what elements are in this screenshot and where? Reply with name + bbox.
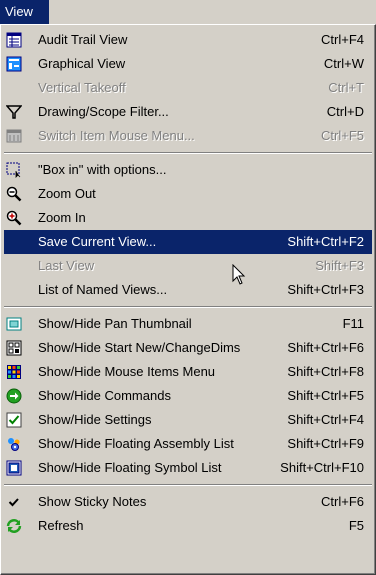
menu-item-drawing-scope-filter[interactable]: Drawing/Scope Filter... Ctrl+D xyxy=(4,100,372,124)
menu-item-shortcut: Ctrl+W xyxy=(323,56,364,71)
menu-item-shortcut: Ctrl+D xyxy=(326,104,364,119)
menu-item-shortcut: Shift+Ctrl+F10 xyxy=(280,460,364,475)
menu-item-show-hide-mouse-items-menu[interactable]: Show/Hide Mouse Items Menu Shift+Ctrl+F8 xyxy=(4,360,372,384)
menu-item-shortcut: Ctrl+F4 xyxy=(321,32,364,47)
filter-icon xyxy=(6,105,22,119)
audit-trail-icon xyxy=(6,32,22,48)
menu-item-show-hide-pan-thumbnail[interactable]: Show/Hide Pan Thumbnail F11 xyxy=(4,312,372,336)
menu-item-label: Show/Hide Floating Symbol List xyxy=(38,460,222,475)
menu-item-graphical-view[interactable]: Graphical View Ctrl+W xyxy=(4,52,372,76)
pan-thumbnail-icon xyxy=(6,317,22,331)
menu-item-label: Show/Hide Start New/ChangeDims xyxy=(38,340,241,355)
menu-item-show-hide-floating-assembly-list[interactable]: Show/Hide Floating Assembly List Shift+C… xyxy=(4,432,372,456)
menu-item-show-hide-start-new[interactable]: Show/Hide Start New/ChangeDims Shift+Ctr… xyxy=(4,336,372,360)
menu-item-label: Graphical View xyxy=(38,56,126,71)
menu-item-box-in[interactable]: "Box in" with options... xyxy=(4,158,372,182)
menu-item-shortcut: Shift+F3 xyxy=(315,258,364,273)
menu-item-shortcut: Shift+Ctrl+F4 xyxy=(287,412,364,427)
menu-item-label: Zoom In xyxy=(38,210,86,225)
zoom-out-icon xyxy=(6,186,22,202)
menu-item-label: Show/Hide Commands xyxy=(38,388,171,403)
start-new-icon xyxy=(6,340,22,356)
menu-item-list-of-named-views[interactable]: List of Named Views... Shift+Ctrl+F3 xyxy=(4,278,372,302)
menu-separator xyxy=(4,306,372,308)
menu-item-label: "Box in" with options... xyxy=(38,162,167,177)
menu-item-last-view[interactable]: Last View Shift+F3 xyxy=(4,254,372,278)
mouse-items-icon xyxy=(7,365,21,379)
menu-item-label: Audit Trail View xyxy=(38,32,128,47)
menu-item-shortcut: Shift+Ctrl+F2 xyxy=(287,234,364,249)
menu-item-label: Show/Hide Settings xyxy=(38,412,152,427)
menu-item-zoom-out[interactable]: Zoom Out xyxy=(4,182,372,206)
menu-item-shortcut: F11 xyxy=(342,316,364,331)
menu-item-save-current-view[interactable]: Save Current View... Shift+Ctrl+F2 xyxy=(4,230,372,254)
menu-item-show-hide-commands[interactable]: Show/Hide Commands Shift+Ctrl+F5 xyxy=(4,384,372,408)
menu-item-label: Show/Hide Floating Assembly List xyxy=(38,436,234,451)
menu-item-audit-trail-view[interactable]: Audit Trail View Ctrl+F4 xyxy=(4,28,372,52)
switch-menu-icon xyxy=(6,129,22,143)
menu-item-switch-item-mouse-menu[interactable]: Switch Item Mouse Menu... Ctrl+F5 xyxy=(4,124,372,148)
menu-item-label: List of Named Views... xyxy=(38,282,168,297)
menu-item-label: Show/Hide Pan Thumbnail xyxy=(38,316,192,331)
menu-item-label: Vertical Takeoff xyxy=(38,80,126,95)
mouse-pointer-icon xyxy=(232,264,246,285)
menu-item-label: Refresh xyxy=(38,518,84,533)
menu-item-shortcut: Shift+Ctrl+F9 xyxy=(287,436,364,451)
menu-item-show-hide-settings[interactable]: Show/Hide Settings Shift+Ctrl+F4 xyxy=(4,408,372,432)
assembly-list-icon xyxy=(8,438,20,451)
menu-separator xyxy=(4,152,372,154)
menu-bar: View xyxy=(0,0,376,24)
menu-item-show-sticky-notes[interactable]: Show Sticky Notes Ctrl+F6 xyxy=(4,490,372,514)
view-menu-dropdown: Audit Trail View Ctrl+F4 Graphical View … xyxy=(0,24,376,575)
menu-item-vertical-takeoff[interactable]: Vertical Takeoff Ctrl+T xyxy=(4,76,372,100)
menu-item-label: Save Current View... xyxy=(38,234,157,249)
settings-check-icon xyxy=(6,412,22,428)
menu-item-shortcut: Shift+Ctrl+F8 xyxy=(287,364,364,379)
menu-item-shortcut: Shift+Ctrl+F5 xyxy=(287,388,364,403)
menu-item-label: Show/Hide Mouse Items Menu xyxy=(38,364,216,379)
menu-item-zoom-in[interactable]: Zoom In xyxy=(4,206,372,230)
refresh-icon xyxy=(6,519,22,533)
menu-item-refresh[interactable]: Refresh F5 xyxy=(4,514,372,538)
menu-item-shortcut: Shift+Ctrl+F6 xyxy=(287,340,364,355)
graphical-view-icon xyxy=(6,56,22,72)
symbol-list-icon xyxy=(6,460,22,476)
menu-item-shortcut: Ctrl+F5 xyxy=(321,128,364,143)
menu-item-show-hide-floating-symbol-list[interactable]: Show/Hide Floating Symbol List Shift+Ctr… xyxy=(4,456,372,480)
menu-item-shortcut: Ctrl+F6 xyxy=(321,494,364,509)
menu-separator xyxy=(4,484,372,486)
menu-item-label: Last View xyxy=(38,258,95,273)
menu-item-label: Show Sticky Notes xyxy=(38,494,147,509)
menu-item-shortcut: Shift+Ctrl+F3 xyxy=(287,282,364,297)
menu-item-shortcut: Ctrl+T xyxy=(328,80,364,95)
box-in-icon xyxy=(6,162,21,178)
menu-item-shortcut: F5 xyxy=(348,518,364,533)
menu-item-label: Drawing/Scope Filter... xyxy=(38,104,169,119)
commands-icon xyxy=(6,388,22,404)
checkmark-icon xyxy=(8,498,19,507)
menu-item-label: Zoom Out xyxy=(38,186,96,201)
view-menu-title[interactable]: View xyxy=(0,0,49,24)
menu-item-label: Switch Item Mouse Menu... xyxy=(38,128,195,143)
zoom-in-icon xyxy=(6,210,22,226)
